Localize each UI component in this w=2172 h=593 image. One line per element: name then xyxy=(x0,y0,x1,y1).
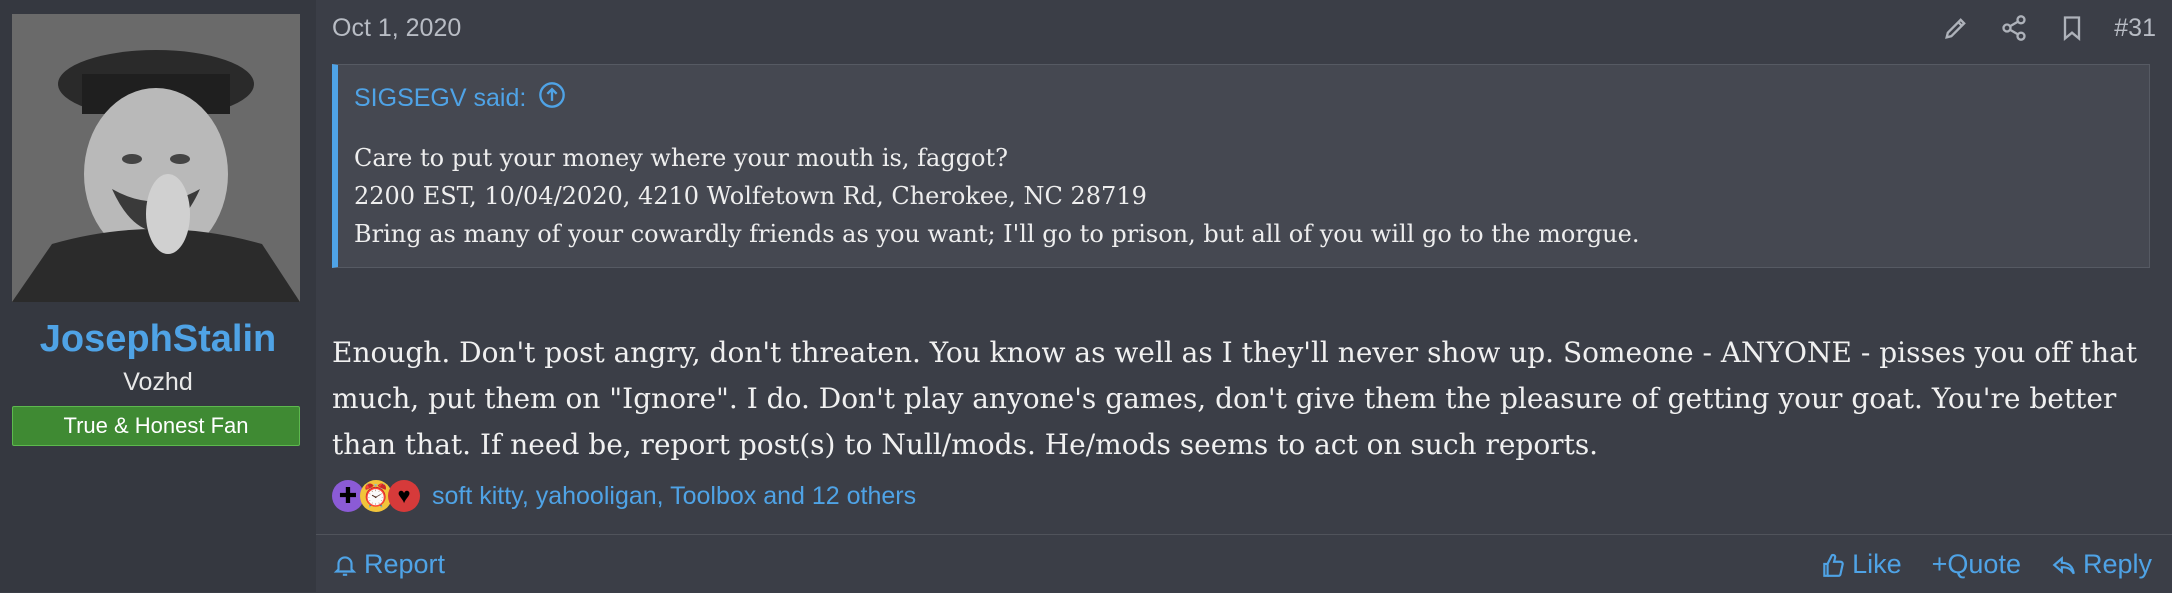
forum-post: JosephStalin Vozhd True & Honest Fan Oct… xyxy=(0,0,2172,592)
quote-header[interactable]: SIGSEGV said: xyxy=(354,81,566,116)
footer-actions: Like +Quote Reply xyxy=(1820,549,2152,580)
reactions-list-link[interactable]: soft kitty, yahooligan, Toolbox and 12 o… xyxy=(432,482,916,511)
thumbs-up-icon xyxy=(1823,553,1844,577)
reaction-icons: ✚ ⏰ ♥ xyxy=(332,480,420,512)
like-button[interactable]: Like xyxy=(1820,549,1902,580)
user-title: Vozhd xyxy=(123,368,193,396)
avatar-image xyxy=(12,14,300,302)
like-label: Like xyxy=(1852,549,1902,579)
post-number-link[interactable]: #31 xyxy=(2114,14,2156,43)
user-sidebar: JosephStalin Vozhd True & Honest Fan xyxy=(0,0,316,592)
quote-content: Care to put your money where your mouth … xyxy=(354,139,1639,253)
edit-icon[interactable] xyxy=(1940,12,1972,44)
post-body: Enough. Don't post angry, don't threaten… xyxy=(332,336,2138,461)
share-icon[interactable] xyxy=(1998,12,2030,44)
quote-line: 2200 EST, 10/04/2020, 4210 Wolfetown Rd,… xyxy=(354,182,1147,210)
quote-label: +Quote xyxy=(1931,549,2021,579)
heart-icon: ♥ xyxy=(388,480,420,512)
reply-button[interactable]: Reply xyxy=(2051,549,2152,580)
quote-line: Care to put your money where your mouth … xyxy=(354,144,1009,172)
bell-icon xyxy=(333,555,357,576)
arrow-up-circle-icon[interactable] xyxy=(538,81,566,116)
quote-line: Bring as many of your cowardly friends a… xyxy=(354,220,1640,248)
reply-icon xyxy=(2052,555,2075,574)
post-date[interactable]: Oct 1, 2020 xyxy=(332,14,461,43)
report-label: Report xyxy=(364,549,446,579)
reply-label: Reply xyxy=(2082,549,2152,579)
quote-author[interactable]: SIGSEGV said: xyxy=(354,84,526,113)
post-actions-top: #31 xyxy=(1940,12,2156,44)
post-main: Oct 1, 2020 #31 SIGSEGV said: Care to pu… xyxy=(316,0,2172,592)
report-button[interactable]: Report xyxy=(332,549,445,580)
username-link[interactable]: JosephStalin xyxy=(0,318,316,361)
quote-block: SIGSEGV said: Care to put your money whe… xyxy=(332,64,2150,268)
quote-button[interactable]: +Quote xyxy=(1932,549,2021,580)
post-footer: Report Like +Quote Reply xyxy=(316,534,2172,593)
bookmark-icon[interactable] xyxy=(2056,12,2088,44)
avatar[interactable] xyxy=(12,14,300,302)
reactions-bar[interactable]: ✚ ⏰ ♥ soft kitty, yahooligan, Toolbox an… xyxy=(332,480,916,512)
user-banner: True & Honest Fan xyxy=(12,406,300,446)
